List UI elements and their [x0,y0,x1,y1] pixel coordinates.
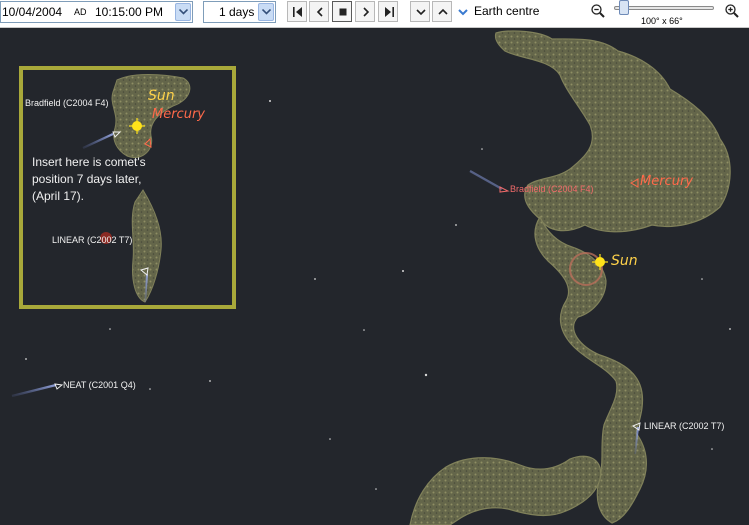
inset-label-linear: LINEAR (C2002 T7) [52,235,133,245]
time-value[interactable]: 10:15:00 PM [95,5,163,19]
comet-neat[interactable] [11,383,64,398]
inset-note: Insert here is comet's position 7 days l… [32,155,146,203]
label-mercury[interactable]: Mercury [640,174,693,189]
chevron-down-icon [179,9,188,15]
milky-way [409,30,731,525]
stop-button[interactable] [332,1,352,22]
zoom-readout: 100° x 66° [641,16,683,26]
step-back-icon [316,7,323,17]
skip-back-button[interactable] [287,1,307,22]
earth-centre-checkbox[interactable] [457,5,469,23]
earth-centre-label: Earth centre [474,4,540,18]
stop-icon [339,8,347,16]
skip-forward-button[interactable] [378,1,398,22]
date-value[interactable]: 10/04/2004 [2,5,62,19]
label-neat[interactable]: NEAT (C2001 Q4) [63,380,136,390]
time-step-dropdown-button[interactable] [258,3,274,21]
zoom-slider-thumb[interactable] [618,0,629,15]
move-down-button[interactable] [410,1,430,22]
skip-forward-icon [385,7,394,17]
label-sun[interactable]: Sun [611,253,638,269]
zoom-slider-track[interactable] [614,6,714,10]
zoom-in-icon [725,4,739,18]
zoom-out-button[interactable] [590,3,606,19]
inset-label-mercury: Mercury [152,107,205,122]
time-step-select[interactable]: 1 days [203,1,276,23]
step-back-button[interactable] [309,1,329,22]
inset-label-bradfield: Bradfield (C2004 F4) [25,98,109,108]
label-linear[interactable]: LINEAR (C2002 T7) [644,421,724,431]
datetime-dropdown-button[interactable] [175,3,191,21]
chevron-up-icon [438,8,448,15]
step-forward-button[interactable] [355,1,375,22]
comet-bradfield[interactable] [469,170,510,193]
check-icon [458,9,468,16]
inset-label-sun: Sun [148,88,175,104]
label-bradfield[interactable]: Bradfield (C2004 F4) [510,184,594,194]
era-value: AD [74,7,87,17]
time-step-value: 1 days [219,5,255,19]
skip-back-icon [293,7,302,17]
chevron-down-icon [262,9,271,15]
move-up-button[interactable] [432,1,452,22]
chevron-down-icon [416,9,426,16]
datetime-field[interactable]: 10/04/2004 AD 10:15:00 PM [0,1,193,23]
zoom-in-button[interactable] [724,3,740,19]
zoom-out-icon [591,4,605,18]
toolbar: 10/04/2004 AD 10:15:00 PM 1 days Earth c… [0,0,749,28]
sky-view[interactable]: Bradfield (C2004 F4) Mercury Sun NEAT (C… [0,29,749,525]
step-forward-icon [363,7,370,17]
